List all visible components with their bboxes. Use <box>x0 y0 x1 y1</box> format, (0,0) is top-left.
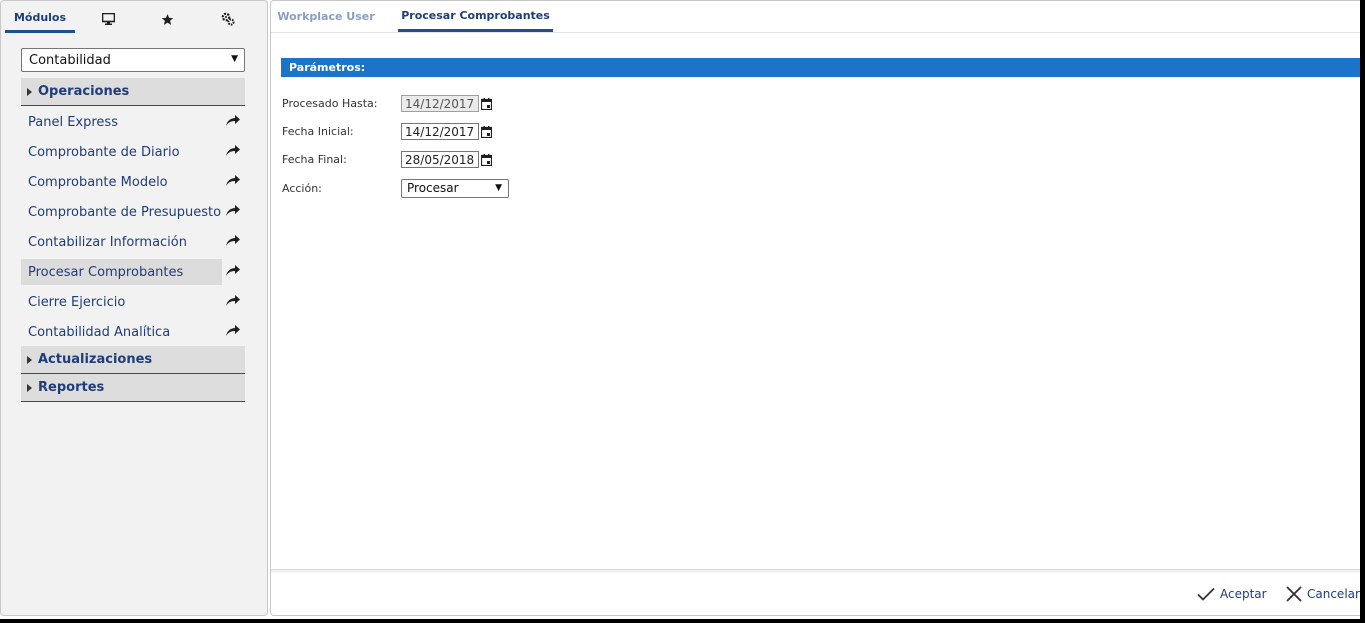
section-actualizaciones[interactable]: Actualizaciones <box>21 346 245 374</box>
module-select-value: Contabilidad <box>29 53 111 68</box>
menu-item-label: Panel Express <box>28 114 118 130</box>
section-operaciones-label: Operaciones <box>38 84 130 99</box>
fecha-inicial-field[interactable]: 14/12/2017 <box>401 123 479 140</box>
fecha-inicial-label: Fecha Inicial: <box>282 125 354 138</box>
footer-divider <box>271 569 1364 573</box>
menu-item-label: Comprobante de Diario <box>28 144 180 160</box>
tab-workplace-user-label: Workplace User <box>277 10 375 23</box>
menu-item-label: Comprobante de Presupuesto <box>28 204 222 220</box>
check-icon <box>1197 587 1215 601</box>
content-panel: Workplace User Procesar Comprobantes Par… <box>270 0 1365 616</box>
accion-select-value: Procesar <box>407 181 459 195</box>
section-reportes-label: Reportes <box>38 380 105 395</box>
share-arrow-icon[interactable] <box>225 174 241 188</box>
accion-label: Acción: <box>282 182 322 195</box>
share-arrow-icon[interactable] <box>225 324 241 338</box>
menu-item-comprobante-diario[interactable]: Comprobante de Diario <box>21 139 222 165</box>
section-operaciones[interactable]: Operaciones <box>21 78 245 106</box>
params-header: Parámetros: <box>281 58 1365 77</box>
caret-right-icon <box>27 87 32 96</box>
window-edge-bottom <box>0 619 1365 623</box>
share-arrow-icon[interactable] <box>225 204 241 218</box>
close-icon <box>1286 586 1302 602</box>
tab-procesar-comprobantes[interactable]: Procesar Comprobantes <box>398 1 553 32</box>
tab-desktop[interactable] <box>93 5 123 33</box>
procesado-hasta-field: 14/12/2017 <box>401 95 479 112</box>
tab-modulos[interactable]: Módulos <box>5 5 75 33</box>
monitor-icon <box>101 13 115 25</box>
menu-item-comprobante-modelo[interactable]: Comprobante Modelo <box>21 169 222 195</box>
settings-icon <box>221 12 235 26</box>
menu-item-label: Procesar Comprobantes <box>28 264 184 280</box>
star-icon <box>161 13 173 25</box>
cancel-button-label: Cancelar <box>1307 587 1360 601</box>
fecha-final-label: Fecha Final: <box>282 153 347 166</box>
calendar-icon[interactable] <box>481 126 492 138</box>
menu-item-comprobante-presupuesto[interactable]: Comprobante de Presupuesto <box>21 199 222 225</box>
menu-item-contabilidad-analitica[interactable]: Contabilidad Analítica <box>21 319 222 345</box>
menu-item-label: Contabilizar Información <box>28 234 187 250</box>
fecha-final-field[interactable]: 28/05/2018 <box>401 151 479 168</box>
tab-workplace-user[interactable]: Workplace User <box>274 1 378 32</box>
calendar-icon[interactable] <box>481 98 492 110</box>
share-arrow-icon[interactable] <box>225 114 241 128</box>
menu-item-procesar-comprobantes[interactable]: Procesar Comprobantes <box>21 259 222 285</box>
procesado-hasta-label: Procesado Hasta: <box>282 97 378 110</box>
accept-button[interactable]: Aceptar <box>1197 583 1267 605</box>
share-arrow-icon[interactable] <box>225 144 241 158</box>
share-arrow-icon[interactable] <box>225 234 241 248</box>
menu-item-panel-express[interactable]: Panel Express <box>21 109 222 135</box>
left-tab-bar: Módulos <box>1 1 267 34</box>
tab-settings[interactable] <box>213 5 243 33</box>
tab-favorites[interactable] <box>152 5 182 33</box>
section-actualizaciones-label: Actualizaciones <box>38 352 153 367</box>
window-edge <box>1360 0 1365 623</box>
tab-modulos-label: Módulos <box>13 11 67 24</box>
share-arrow-icon[interactable] <box>225 264 241 278</box>
menu-item-label: Comprobante Modelo <box>28 174 168 190</box>
modules-panel: Módulos Contabilidad ▼ Operaciones Panel… <box>0 0 268 616</box>
caret-right-icon <box>27 355 32 364</box>
tab-procesar-comprobantes-label: Procesar Comprobantes <box>401 8 550 22</box>
module-select[interactable]: Contabilidad ▼ <box>21 48 245 72</box>
content-tab-bar: Workplace User Procesar Comprobantes <box>271 1 1364 33</box>
cancel-button[interactable]: Cancelar <box>1286 583 1360 605</box>
calendar-icon[interactable] <box>481 154 492 166</box>
menu-item-label: Cierre Ejercicio <box>28 294 126 310</box>
menu-item-label: Contabilidad Analítica <box>28 324 171 340</box>
caret-right-icon <box>27 383 32 392</box>
chevron-down-icon: ▼ <box>495 183 502 193</box>
params-header-label: Parámetros: <box>289 61 366 74</box>
menu-item-cierre-ejercicio[interactable]: Cierre Ejercicio <box>21 289 222 315</box>
section-reportes[interactable]: Reportes <box>21 374 245 402</box>
accept-button-label: Aceptar <box>1220 587 1267 601</box>
accion-select[interactable]: Procesar ▼ <box>401 179 509 198</box>
chevron-down-icon: ▼ <box>231 54 238 64</box>
menu-item-contabilizar-informacion[interactable]: Contabilizar Información <box>21 229 222 255</box>
share-arrow-icon[interactable] <box>225 294 241 308</box>
